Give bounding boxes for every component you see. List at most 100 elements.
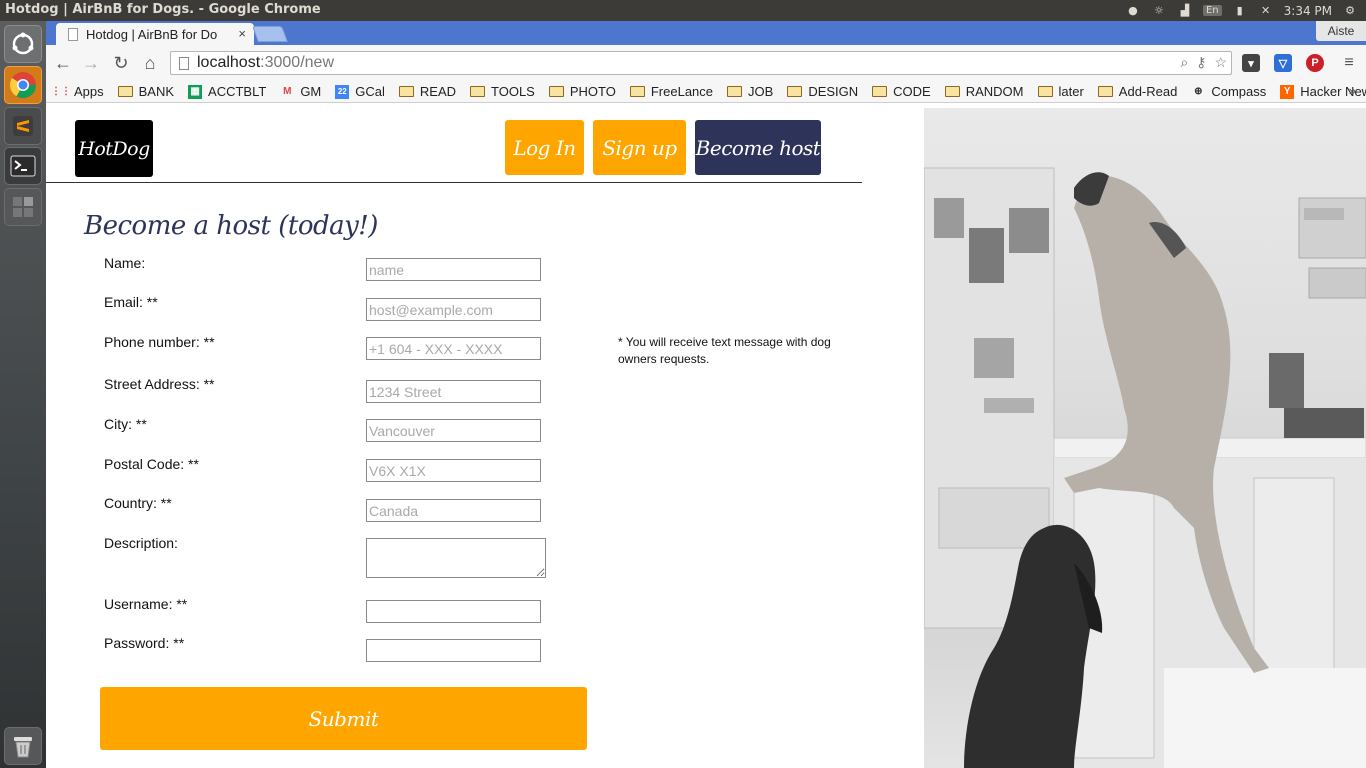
name-label: Name: [104, 255, 146, 271]
tab-title: Hotdog | AirBnB for Do [86, 26, 218, 42]
profile-button[interactable]: Aiste [1316, 21, 1366, 41]
bookmark-folder[interactable]: FreeLance [629, 84, 713, 99]
weather-icon[interactable]: ☼ [1151, 4, 1167, 18]
pocket-icon[interactable]: ▾ [1242, 54, 1260, 72]
browser-toolbar: ← → ↻ ⌂ localhost:3000/new ⌕ ⚷ ☆ ▾ ▽ P ≡ [46, 45, 1366, 81]
page-title: Become a host (today!) [84, 211, 378, 241]
bookmark-folder[interactable]: CODE [872, 84, 931, 99]
calendar-icon: 22 [335, 84, 350, 99]
keyboard-layout-indicator[interactable]: En [1202, 5, 1222, 16]
volume-muted-icon[interactable]: ✕ [1258, 4, 1274, 18]
postal-code-input[interactable] [366, 459, 541, 482]
folder-icon [548, 86, 564, 97]
apps-grid-icon: ⋮⋮ [51, 86, 71, 97]
email-input[interactable] [366, 298, 541, 321]
city-label: City: ** [104, 416, 147, 432]
shield-extension-icon[interactable]: ▽ [1274, 54, 1292, 72]
phone-label: Phone number: ** [104, 334, 215, 350]
address-bar[interactable]: localhost:3000/new ⌕ ⚷ ☆ [170, 51, 1232, 75]
folder-icon [1037, 86, 1053, 97]
login-button[interactable]: Log In [505, 120, 584, 175]
bookmark-item[interactable]: M GM [280, 84, 321, 99]
url-path: :3000/new [260, 54, 334, 71]
phone-input[interactable] [366, 337, 541, 360]
username-label: Username: ** [104, 596, 188, 612]
page-favicon-icon [68, 27, 78, 41]
ubuntu-dash-icon[interactable] [4, 25, 42, 63]
submit-button[interactable]: Submit [100, 687, 587, 750]
email-label: Email: ** [104, 294, 158, 310]
description-textarea[interactable] [366, 538, 546, 578]
terminal-icon[interactable] [4, 147, 42, 185]
new-tab-button[interactable] [252, 26, 288, 42]
gmail-icon: M [283, 86, 292, 97]
password-label: Password: ** [104, 635, 185, 651]
hero-photo [924, 108, 1366, 768]
become-host-button[interactable]: Become host [695, 120, 821, 175]
reload-icon[interactable]: ↻ [110, 52, 132, 74]
password-input[interactable] [366, 639, 541, 662]
bookmark-star-icon[interactable]: ☆ [1214, 54, 1227, 71]
bookmarks-overflow-button[interactable]: » [1349, 83, 1356, 98]
name-input[interactable] [366, 258, 541, 281]
folder-icon [727, 86, 743, 97]
home-icon[interactable]: ⌂ [139, 52, 161, 74]
folder-icon [1097, 86, 1113, 97]
sheets-icon: ▦ [188, 84, 203, 99]
phone-note: * You will receive text message with dog… [618, 335, 831, 366]
username-input[interactable] [366, 600, 541, 623]
folder-icon [629, 86, 645, 97]
chrome-launcher-icon[interactable] [4, 66, 42, 104]
bookmark-item[interactable]: ▦ ACCTBLT [188, 84, 266, 99]
bookmark-item[interactable]: 22 GCal [335, 84, 385, 99]
bookmark-folder[interactable]: BANK [117, 84, 174, 99]
street-input[interactable] [366, 380, 541, 403]
workspace-switcher-icon[interactable] [4, 188, 42, 226]
hacker-news-icon: Y [1280, 84, 1295, 99]
postal-code-label: Postal Code: ** [104, 456, 199, 472]
url-host: localhost [197, 54, 261, 71]
street-label: Street Address: ** [104, 376, 215, 392]
folder-icon [117, 86, 133, 97]
back-arrow-icon[interactable]: ← [52, 52, 74, 74]
sublime-text-icon[interactable] [4, 107, 42, 145]
bookmark-folder[interactable]: TOOLS [470, 84, 535, 99]
bookmark-item[interactable]: ⊕ Compass [1191, 84, 1266, 99]
clock[interactable]: 3:34 PM [1284, 4, 1332, 18]
chrome-menu-icon[interactable]: ≡ [1340, 54, 1358, 72]
bookmark-folder[interactable]: READ [398, 84, 456, 99]
os-top-panel: Hotdog | AirBnB for Dogs. - Google Chrom… [0, 0, 1366, 21]
chrome-tray-icon[interactable]: ● [1125, 4, 1141, 18]
pinterest-icon[interactable]: P [1306, 54, 1324, 72]
hotdog-logo[interactable]: HotDog [75, 120, 153, 177]
bookmark-folder[interactable]: RANDOM [944, 84, 1024, 99]
bookmark-apps[interactable]: ⋮⋮ Apps [51, 84, 104, 99]
bookmark-folder[interactable]: JOB [727, 84, 773, 99]
battery-icon[interactable]: ▮ [1232, 4, 1248, 18]
description-label: Description: [104, 535, 178, 551]
app-launcher [0, 21, 46, 768]
folder-icon [872, 86, 888, 97]
window-title: Hotdog | AirBnB for Dogs. - Google Chrom… [5, 2, 321, 17]
bookmark-folder[interactable]: Add-Read [1097, 84, 1177, 99]
folder-icon [398, 86, 414, 97]
forward-arrow-icon[interactable]: → [80, 52, 102, 74]
city-input[interactable] [366, 419, 541, 442]
tab-close-icon[interactable]: × [238, 26, 246, 41]
search-icon[interactable]: ⌕ [1180, 54, 1188, 71]
bookmark-folder[interactable]: later [1037, 84, 1084, 99]
folder-icon [470, 86, 486, 97]
power-gear-icon[interactable]: ⚙ [1342, 4, 1358, 18]
folder-icon [944, 86, 960, 97]
browser-tab[interactable]: Hotdog | AirBnB for Do × [56, 23, 254, 45]
trash-icon[interactable] [4, 727, 42, 765]
bookmark-folder[interactable]: DESIGN [787, 84, 858, 99]
signup-button[interactable]: Sign up [593, 120, 686, 175]
country-input[interactable] [366, 499, 541, 522]
network-signal-icon[interactable]: ▟ [1177, 4, 1193, 18]
dogs-kitchen-illustration [924, 167, 1366, 768]
key-icon[interactable]: ⚷ [1196, 54, 1206, 71]
compass-icon: ⊕ [1194, 86, 1203, 97]
bookmark-folder[interactable]: PHOTO [548, 84, 616, 99]
bookmarks-bar: ⋮⋮ Apps BANK ▦ ACCTBLT M GM 22 GCal READ TOO… [46, 81, 1366, 103]
